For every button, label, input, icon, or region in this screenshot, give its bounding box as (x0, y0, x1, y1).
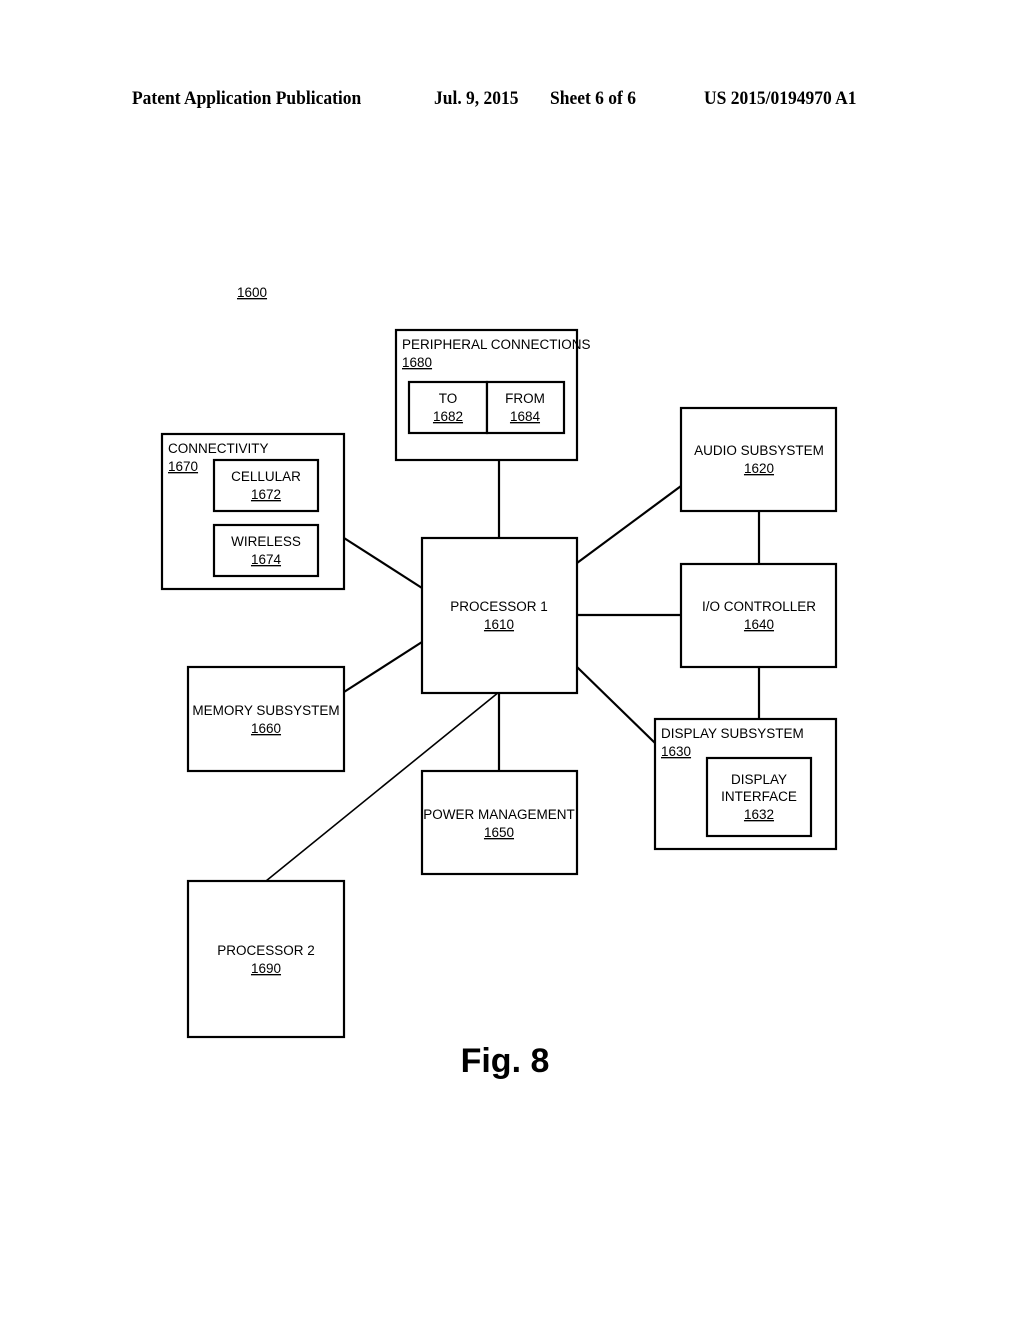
wireless-label: WIRELESS (231, 534, 301, 549)
figure-caption: Fig. 8 (461, 1042, 550, 1080)
memory-label: MEMORY SUBSYSTEM (192, 703, 339, 718)
display-interface-ref: 1632 (744, 807, 774, 822)
system-ref-label: 1600 (237, 285, 267, 300)
to-ref: 1682 (433, 409, 463, 424)
cellular-label: CELLULAR (231, 469, 301, 484)
io-label: I/O CONTROLLER (702, 599, 816, 614)
processor1-block: PROCESSOR 1 1610 (420, 536, 579, 695)
connectivity-ref: 1670 (168, 459, 198, 474)
connector-processor1-display (576, 666, 656, 744)
power-label: POWER MANAGEMENT (423, 807, 575, 822)
display-interface-label-line1: DISPLAY (731, 772, 787, 787)
to-block: TO 1682 (407, 380, 489, 435)
display-label: DISPLAY SUBSYSTEM (661, 726, 804, 741)
io-ref: 1640 (744, 617, 774, 632)
display-interface-label-line2: INTERFACE (721, 789, 797, 804)
connector-processor1-audio (576, 485, 682, 564)
wireless-block: WIRELESS 1674 (212, 523, 320, 578)
display-interface-block: DISPLAY INTERFACE 1632 (705, 756, 813, 838)
block-diagram: 1600 PERIPHERAL CONNECTIONS 1680 TO 1682… (160, 285, 838, 1080)
from-block: FROM 1684 (485, 380, 566, 435)
cellular-ref: 1672 (251, 487, 281, 502)
peripheral-label: PERIPHERAL CONNECTIONS (402, 337, 591, 352)
connector-processor1-memory (343, 641, 423, 693)
processor2-ref: 1690 (251, 961, 281, 976)
processor2-block: PROCESSOR 2 1690 (186, 879, 346, 1039)
peripheral-connections-block: PERIPHERAL CONNECTIONS 1680 TO 1682 FROM… (394, 328, 591, 462)
display-ref: 1630 (661, 744, 691, 759)
processor1-label: PROCESSOR 1 (450, 599, 548, 614)
power-ref: 1650 (484, 825, 514, 840)
audio-label: AUDIO SUBSYSTEM (694, 443, 824, 458)
memory-subsystem-block: MEMORY SUBSYSTEM 1660 (186, 665, 346, 773)
connectivity-block: CONNECTIVITY 1670 CELLULAR 1672 WIRELESS… (160, 432, 346, 591)
wireless-ref: 1674 (251, 552, 282, 567)
from-ref: 1684 (510, 409, 541, 424)
memory-ref: 1660 (251, 721, 281, 736)
processor1-ref: 1610 (484, 617, 514, 632)
processor2-label: PROCESSOR 2 (217, 943, 315, 958)
cellular-block: CELLULAR 1672 (212, 458, 320, 513)
peripheral-ref: 1680 (402, 355, 432, 370)
connectivity-label: CONNECTIVITY (168, 441, 269, 456)
connector-processor1-connectivity (343, 537, 423, 589)
from-label: FROM (505, 391, 545, 406)
io-controller-block: I/O CONTROLLER 1640 (679, 562, 838, 669)
audio-ref: 1620 (744, 461, 774, 476)
display-subsystem-block: DISPLAY SUBSYSTEM 1630 DISPLAY INTERFACE… (653, 717, 838, 851)
audio-subsystem-block: AUDIO SUBSYSTEM 1620 (679, 406, 838, 513)
power-management-block: POWER MANAGEMENT 1650 (420, 769, 579, 876)
to-label: TO (439, 391, 458, 406)
